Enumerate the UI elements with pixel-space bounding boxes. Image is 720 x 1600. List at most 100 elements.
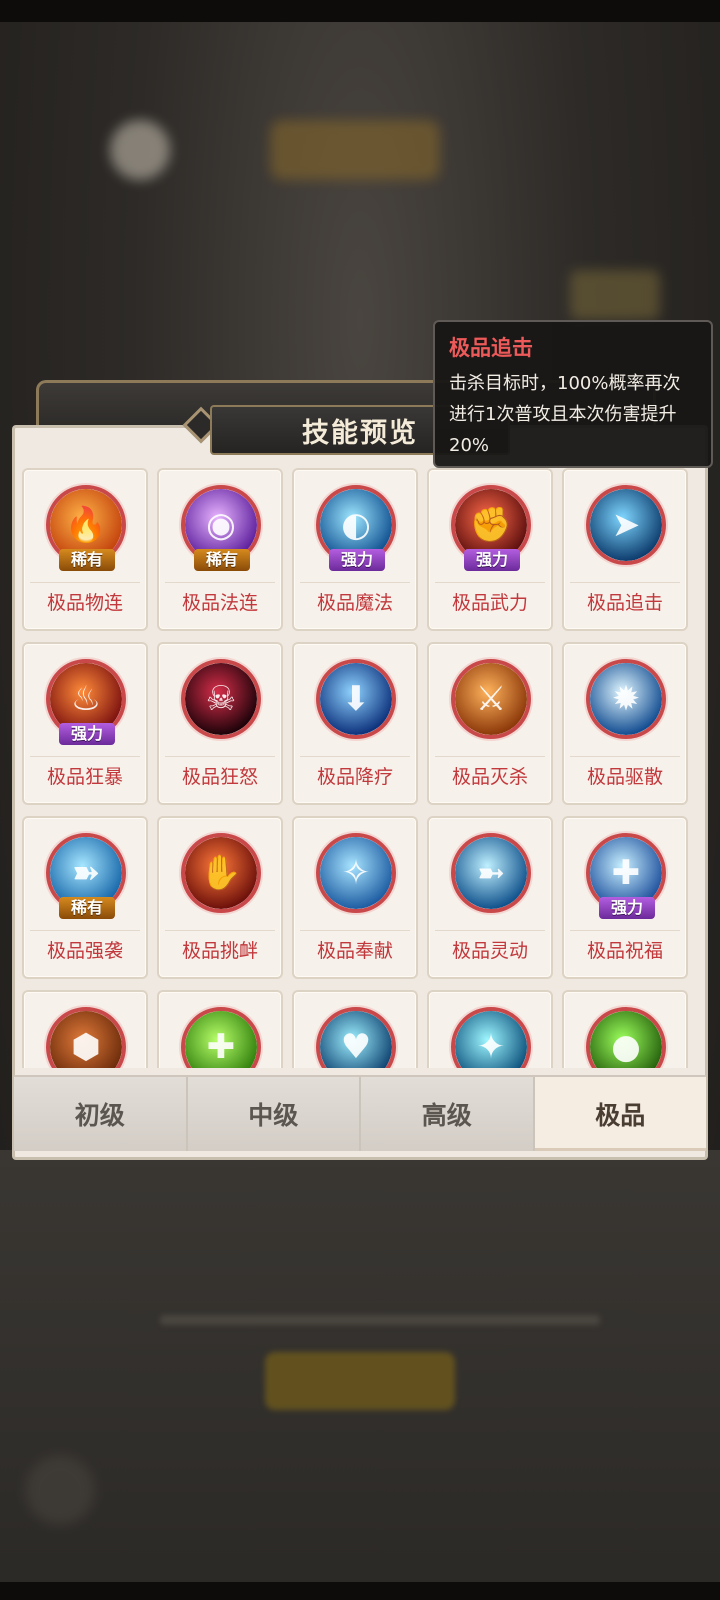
skill-card[interactable]: ⚔ 极品灭杀 [427, 642, 553, 805]
tab-tier-2[interactable]: 高级 [361, 1077, 535, 1151]
skill-name: 极品灭杀 [451, 766, 528, 788]
skill-card[interactable]: ✦ [427, 990, 553, 1068]
skill-icon-ring: ➼ [451, 833, 531, 913]
skill-name: 极品物连 [46, 592, 123, 614]
rare-badge: 稀有 [59, 897, 115, 919]
card-divider [30, 930, 140, 931]
skill-icon-ring: ⬢ [46, 1007, 126, 1068]
skill-card[interactable]: ♨ 强力 极品狂暴 [22, 642, 148, 805]
skill-icon-ring: ✦ [451, 1007, 531, 1068]
skill-card[interactable]: ✊ 强力 极品武力 [427, 468, 553, 631]
page-title: 技能预览 [302, 417, 418, 449]
card-divider [165, 930, 275, 931]
taunt-hand-icon: ✋ [185, 837, 257, 909]
rare-badge: 稀有 [59, 549, 115, 571]
card-divider [30, 582, 140, 583]
background-blob [110, 120, 170, 180]
skill-name: 极品奉献 [316, 940, 393, 962]
skill-card[interactable]: ✚ 强力 极品祝福 [562, 816, 688, 979]
skill-icon-ring: ➤ [586, 485, 666, 565]
background-blob [570, 270, 660, 320]
card-divider [30, 756, 140, 757]
rare-badge: 稀有 [194, 549, 250, 571]
dash-figure-icon: ➼ [455, 837, 527, 909]
skill-icon-ring: ⬇ [316, 659, 396, 739]
skill-card[interactable]: ◉ 稀有 极品法连 [157, 468, 283, 631]
skill-card[interactable]: ⬇ 极品降疗 [292, 642, 418, 805]
skill-card[interactable]: ◐ 强力 极品魔法 [292, 468, 418, 631]
light-burst-icon: ✹ [590, 663, 662, 735]
down-arrow-icon: ⬇ [320, 663, 392, 735]
strong-badge: 强力 [59, 723, 115, 745]
skill-card[interactable]: ✹ 极品驱散 [562, 642, 688, 805]
tab-tier-1[interactable]: 中级 [187, 1077, 361, 1151]
tooltip-description: 击杀目标时，100%概率再次进行1次普攻且本次伤害提升20% [449, 373, 681, 456]
skill-name: 极品狂暴 [46, 766, 123, 788]
heal-cross-icon: ✚ [185, 1011, 257, 1068]
skill-card[interactable]: ➼ 极品灵动 [427, 816, 553, 979]
tooltip-title: 极品追击 [449, 336, 533, 360]
strong-badge: 强力 [329, 549, 385, 571]
poison-cup-icon: ● [590, 1011, 662, 1068]
background-blob [25, 1455, 95, 1525]
skill-name: 极品强袭 [46, 940, 123, 962]
card-divider [435, 930, 545, 931]
skill-name: 极品灵动 [451, 940, 528, 962]
fighter-icon: ⚔ [455, 663, 527, 735]
strong-badge: 强力 [464, 549, 520, 571]
skill-tooltip: 极品追击 击杀目标时，100%概率再次进行1次普攻且本次伤害提升20% [433, 320, 713, 468]
card-divider [165, 756, 275, 757]
sparkle-beam-icon: ✦ [455, 1011, 527, 1068]
heart-halo-icon: ♥ [320, 1011, 392, 1068]
skill-card[interactable]: 🔥 稀有 极品物连 [22, 468, 148, 631]
skill-name: 极品驱散 [586, 766, 663, 788]
skill-card[interactable]: ➽ 稀有 极品强袭 [22, 816, 148, 979]
skill-icon-ring: ✧ [316, 833, 396, 913]
skill-card[interactable]: ☠ 极品狂怒 [157, 642, 283, 805]
card-divider [300, 930, 410, 931]
skill-name: 极品狂怒 [181, 766, 258, 788]
armor-icon: ⬢ [50, 1011, 122, 1068]
card-divider [300, 756, 410, 757]
skill-name: 极品降疗 [316, 766, 393, 788]
skill-name: 极品法连 [181, 592, 258, 614]
tab-tier-3[interactable]: 极品 [534, 1077, 706, 1151]
skill-name: 极品追击 [586, 592, 663, 614]
card-divider [435, 582, 545, 583]
background-text-blur [160, 1315, 600, 1325]
skill-card[interactable]: ● [562, 990, 688, 1068]
card-divider [435, 756, 545, 757]
card-divider [300, 582, 410, 583]
background-blob [270, 120, 440, 180]
skill-icon-ring: ✋ [181, 833, 261, 913]
skill-card[interactable]: ✋ 极品挑衅 [157, 816, 283, 979]
card-divider [570, 930, 680, 931]
skill-card[interactable]: ✚ [157, 990, 283, 1068]
running-figure-icon: ➤ [590, 489, 662, 561]
tier-tabs: 初级 中级 高级 极品 [14, 1075, 706, 1151]
skill-icon-ring: ♥ [316, 1007, 396, 1068]
spirit-icon: ✧ [320, 837, 392, 909]
tab-tier-0[interactable]: 初级 [14, 1077, 188, 1151]
skill-icon-ring: ✹ [586, 659, 666, 739]
skill-card[interactable]: ✧ 极品奉献 [292, 816, 418, 979]
card-divider [570, 756, 680, 757]
skill-grid: 🔥 稀有 极品物连 ◉ 稀有 极品法连 ◐ 强力 极品魔法 ✊ 强力 极品武力 ➤ 极品追击 ♨ 强力 极品狂暴… [22, 468, 698, 1068]
skill-icon-ring: ☠ [181, 659, 261, 739]
skill-card[interactable]: ♥ [292, 990, 418, 1068]
skill-icon-ring: ⚔ [451, 659, 531, 739]
skill-name: 极品挑衅 [181, 940, 258, 962]
skill-icon-ring: ✚ [181, 1007, 261, 1068]
skill-icon-ring: ● [586, 1007, 666, 1068]
background-button-blur [265, 1352, 455, 1410]
skill-card[interactable]: ⬢ [22, 990, 148, 1068]
status-bar [0, 0, 720, 22]
navigation-bar [0, 1582, 720, 1600]
skill-card[interactable]: ➤ 极品追击 [562, 468, 688, 631]
skill-grid-scroll[interactable]: 🔥 稀有 极品物连 ◉ 稀有 极品法连 ◐ 强力 极品魔法 ✊ 强力 极品武力 ➤ 极品追击 ♨ 强力 极品狂暴… [22, 468, 698, 1068]
strong-badge: 强力 [599, 897, 655, 919]
skill-name: 极品祝福 [586, 940, 663, 962]
skill-name: 极品魔法 [316, 592, 393, 614]
card-divider [165, 582, 275, 583]
skill-name: 极品武力 [451, 592, 528, 614]
